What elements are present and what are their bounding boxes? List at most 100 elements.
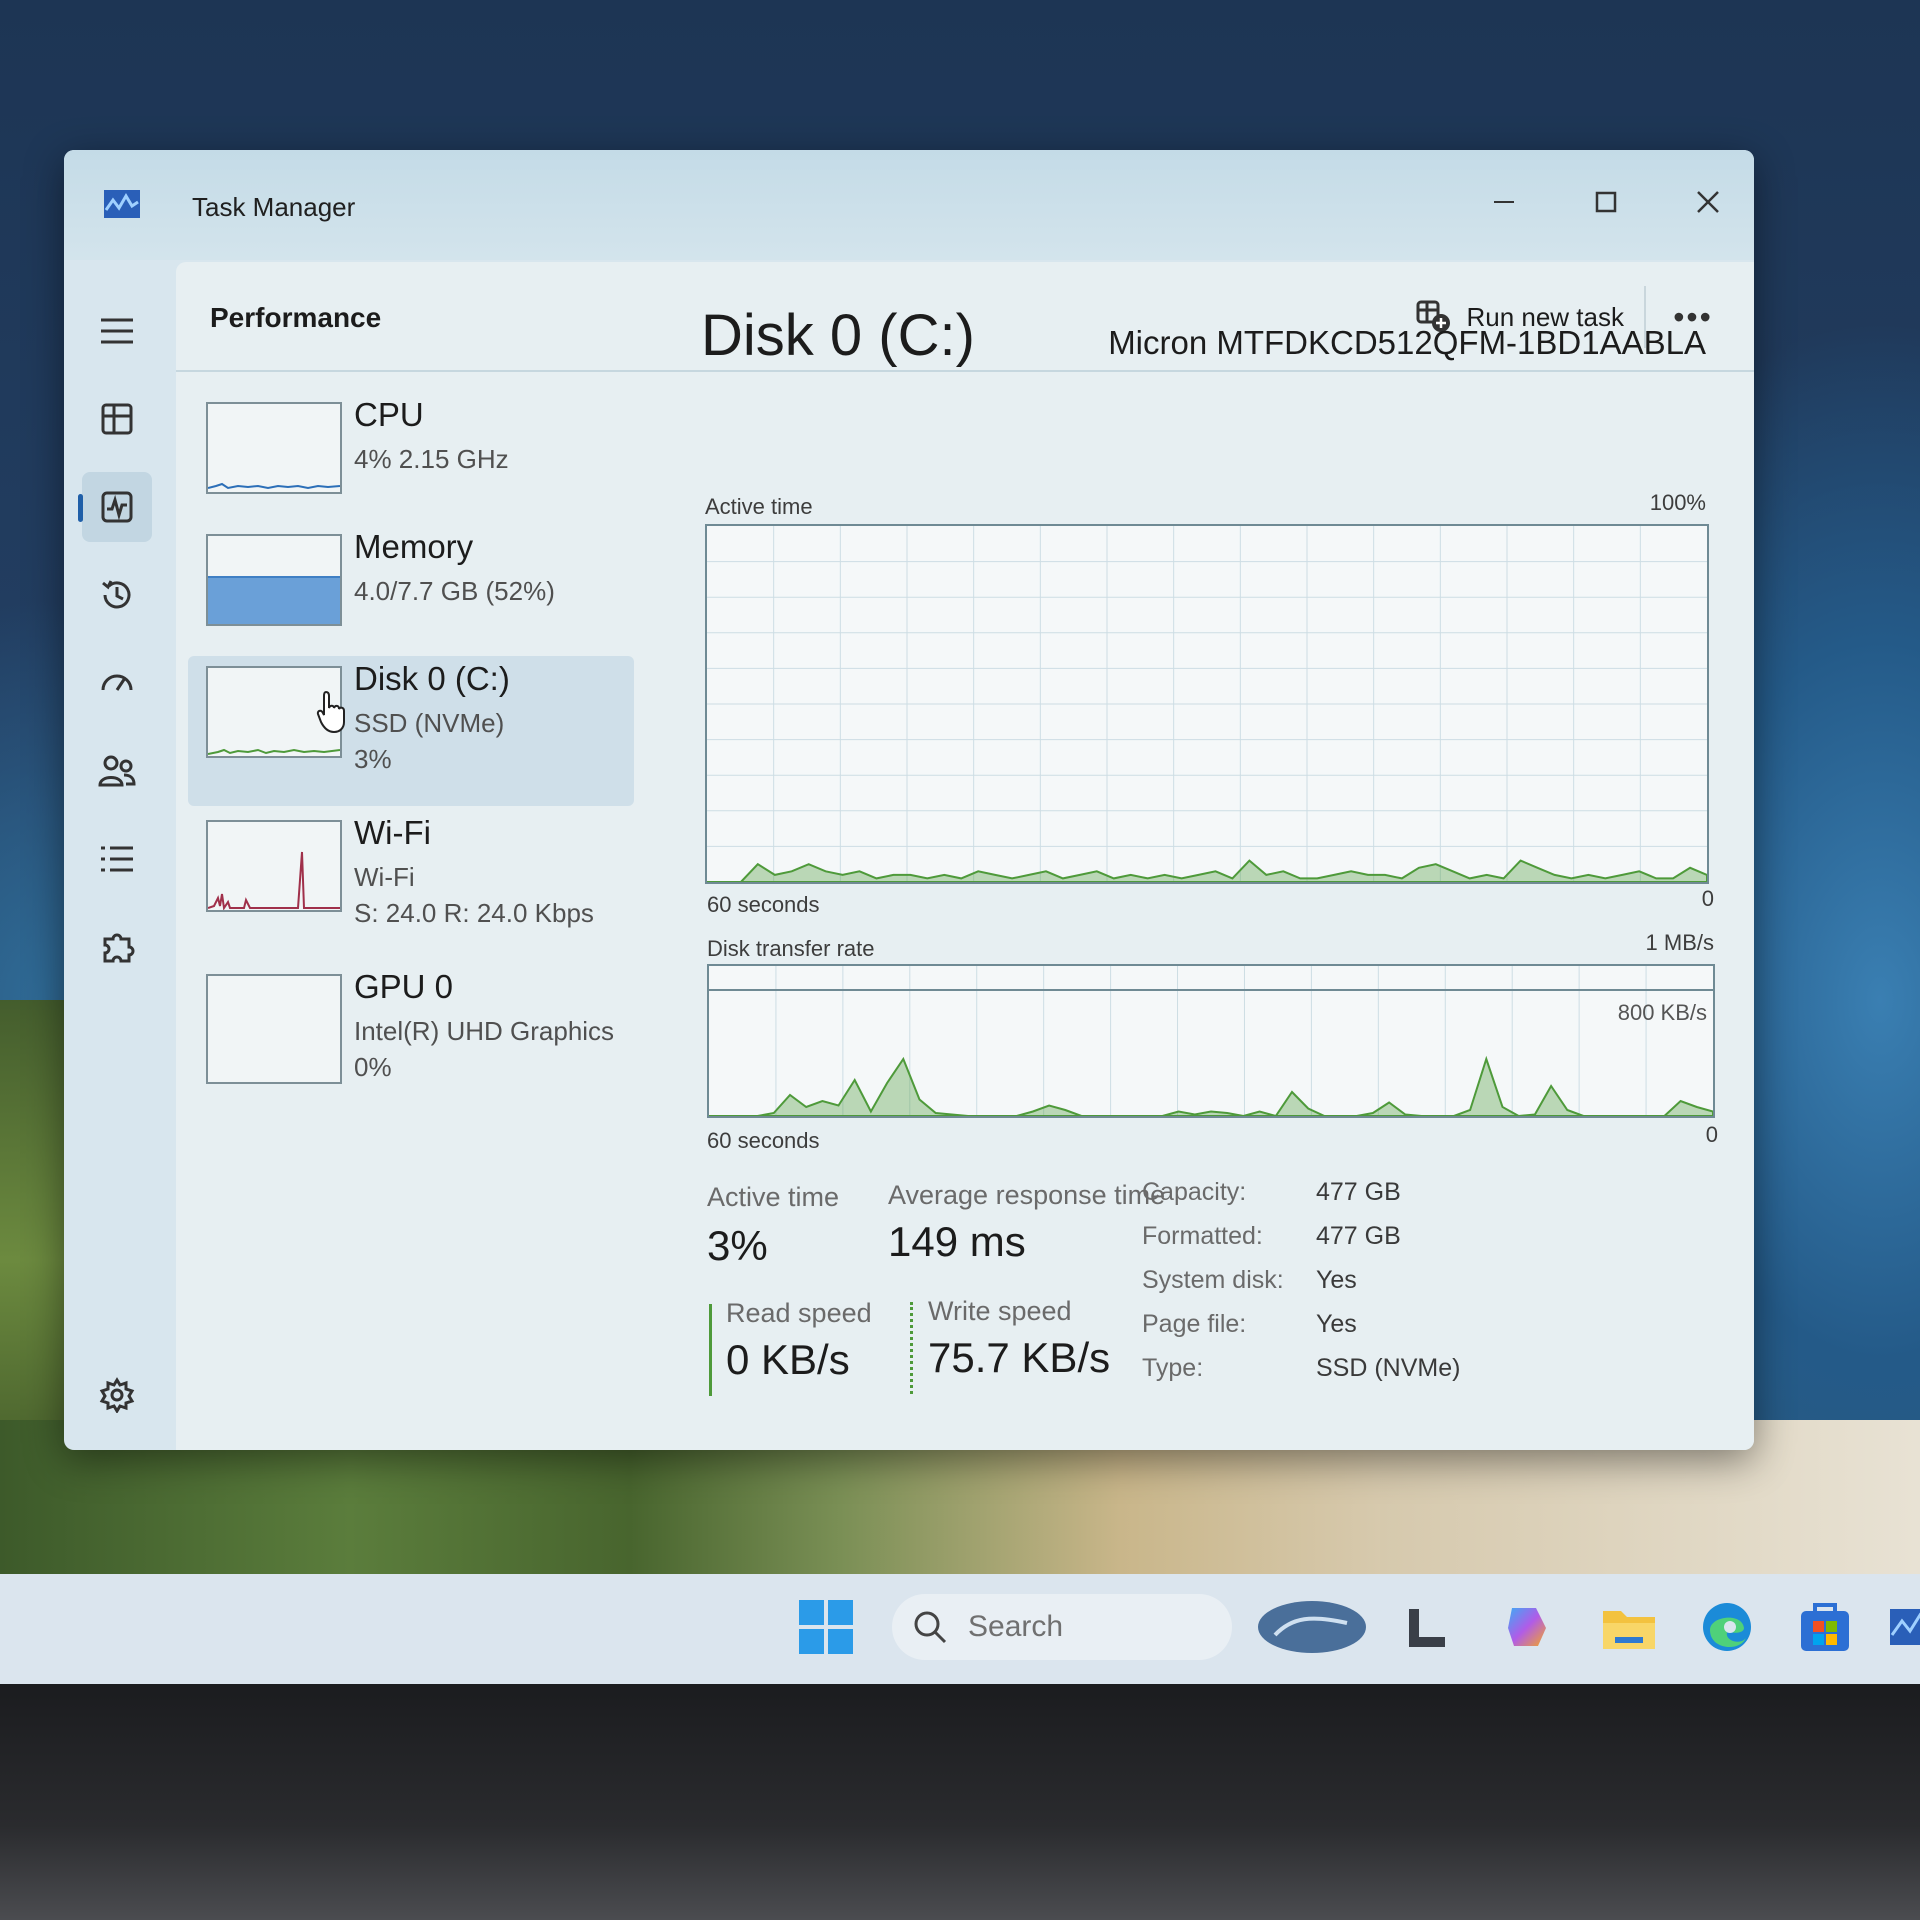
stat-avg-response-label: Average response time (888, 1180, 1166, 1210)
device-throughput: S: 24.0 R: 24.0 Kbps (354, 898, 594, 928)
wifi-sparkline (208, 851, 340, 910)
cpu-sparkline (208, 482, 340, 490)
search-placeholder: Search (968, 1610, 1064, 1643)
hamburger-icon (101, 318, 133, 344)
laptop-bezel (0, 1684, 1920, 1920)
stat-avg-response-value: 149 ms (888, 1218, 1026, 1265)
gpu-thumbnail-graph (206, 974, 342, 1084)
taskbar-file-explorer[interactable] (1598, 1596, 1660, 1658)
device-usage: 3% (354, 744, 392, 774)
settings-gear-icon (99, 1377, 135, 1413)
prop-type-key: Type: (1142, 1354, 1204, 1382)
device-name: GPU 0 (354, 968, 454, 1005)
taskbar-task-manager[interactable] (1888, 1596, 1920, 1658)
device-name: Disk 0 (C:) (354, 660, 510, 697)
nav-startup-apps[interactable] (82, 648, 152, 718)
active-time-graph (705, 524, 1709, 884)
nav-processes[interactable] (82, 384, 152, 454)
device-wifi[interactable]: Wi-Fi Wi-Fi S: 24.0 R: 24.0 Kbps (188, 810, 634, 960)
device-detail: 4.0/7.7 GB (52%) (354, 576, 555, 606)
taskbar-search-box[interactable]: Search (892, 1594, 1232, 1660)
minimize-button[interactable] (1464, 172, 1544, 232)
wifi-thumbnail-graph (206, 820, 342, 912)
device-name: Wi-Fi (354, 814, 431, 851)
device-gpu-0[interactable]: GPU 0 Intel(R) UHD Graphics 0% (188, 964, 634, 1114)
prop-page-file-value: Yes (1316, 1310, 1357, 1338)
device-memory[interactable]: Memory 4.0/7.7 GB (52%) (188, 524, 634, 674)
transfer-rate-graph-label: Disk transfer rate (707, 936, 875, 961)
device-detail: SSD (NVMe) (354, 708, 505, 738)
device-cpu[interactable]: CPU 4% 2.15 GHz (188, 392, 634, 542)
write-speed-legend-line (910, 1302, 913, 1394)
search-icon (914, 1611, 947, 1644)
history-icon (102, 580, 131, 609)
mouse-hand-cursor-icon (316, 690, 345, 734)
page-title: Performance (210, 302, 382, 333)
stat-read-speed-value: 0 KB/s (726, 1336, 850, 1383)
close-icon (1697, 191, 1719, 213)
taskbar-edge[interactable] (1696, 1596, 1758, 1658)
read-speed-legend-line (709, 1304, 712, 1396)
start-button[interactable] (795, 1596, 857, 1658)
maximize-button[interactable] (1566, 172, 1646, 232)
prop-system-disk-value: Yes (1316, 1266, 1357, 1294)
minimize-icon (1494, 201, 1514, 203)
folder-icon (1603, 1611, 1655, 1649)
stat-read-speed-label: Read speed (726, 1298, 872, 1328)
nav-settings[interactable] (82, 1360, 152, 1430)
services-puzzle-icon (103, 933, 135, 963)
task-manager-taskbar-icon (1890, 1609, 1920, 1645)
task-manager-window: Task Manager Performance Run new task ••… (64, 150, 1754, 1450)
prop-capacity-key: Capacity: (1142, 1178, 1247, 1206)
transfer-rate-series (709, 1055, 1714, 1118)
active-time-series (707, 859, 1708, 883)
device-detail: Wi-Fi (354, 862, 415, 892)
prop-formatted-key: Formatted: (1142, 1222, 1263, 1250)
transfer-rate-graph-max: 1 MB/s (1645, 930, 1714, 955)
active-time-graph-span: 60 seconds (707, 892, 820, 917)
stat-active-time-value: 3% (707, 1222, 768, 1269)
taskbar-copilot[interactable] (1498, 1596, 1560, 1658)
search-highlight-image-icon (1258, 1601, 1366, 1653)
microsoft-store-icon (1801, 1603, 1849, 1651)
close-button[interactable] (1668, 172, 1748, 232)
copilot-icon (1508, 1608, 1546, 1646)
cpu-thumbnail-graph (206, 402, 342, 494)
nav-details[interactable] (82, 824, 152, 894)
transfer-rate-chart (709, 966, 1714, 1118)
hamburger-menu-button[interactable] (82, 296, 152, 366)
stat-write-speed-value: 75.7 KB/s (928, 1334, 1111, 1381)
device-usage: 0% (354, 1052, 392, 1082)
edge-browser-icon (1703, 1603, 1751, 1651)
device-disk-0[interactable]: Disk 0 (C:) SSD (NVMe) 3% (188, 656, 634, 806)
performance-page: Performance Run new task ••• CPU 4% 2.15… (176, 262, 1754, 1450)
stat-active-time-label: Active time (707, 1182, 840, 1212)
transfer-rate-graph-mid: 800 KB/s (1617, 1000, 1707, 1025)
processes-icon (101, 403, 133, 435)
device-name: Memory (354, 528, 474, 565)
nav-app-history[interactable] (82, 560, 152, 630)
nav-services[interactable] (82, 912, 152, 982)
task-manager-app-icon (104, 190, 140, 218)
prop-capacity-value: 477 GB (1316, 1178, 1401, 1206)
nav-users[interactable] (82, 736, 152, 806)
prop-formatted-value: 477 GB (1316, 1222, 1401, 1250)
performance-icon (101, 491, 133, 523)
taskbar-app-l[interactable] (1396, 1596, 1458, 1658)
nav-performance[interactable] (78, 472, 152, 542)
prop-type-value: SSD (NVMe) (1316, 1354, 1461, 1382)
active-time-graph-min: 0 (1701, 886, 1714, 911)
taskbar: Search (0, 1574, 1920, 1684)
device-detail: 4% 2.15 GHz (354, 444, 509, 474)
title-bar[interactable]: Task Manager (64, 150, 1754, 260)
window-title: Task Manager (192, 192, 356, 222)
memory-thumbnail-graph (206, 534, 342, 626)
details-list-icon (101, 846, 133, 872)
windows-logo-icon (799, 1600, 853, 1654)
memory-usage-fill (208, 576, 340, 624)
maximize-icon (1595, 191, 1617, 213)
transfer-rate-graph-span: 60 seconds (707, 1128, 820, 1153)
transfer-rate-graph-min: 0 (1705, 1122, 1718, 1147)
search-highlight-button[interactable] (1256, 1596, 1368, 1658)
taskbar-store[interactable] (1794, 1596, 1856, 1658)
